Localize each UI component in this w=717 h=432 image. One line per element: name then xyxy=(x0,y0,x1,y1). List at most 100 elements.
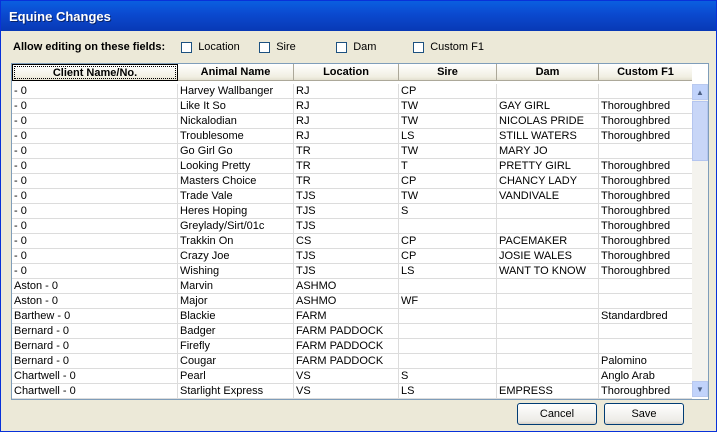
cell-dam: JOSIE WALES xyxy=(497,249,599,263)
cell-client: - 0 xyxy=(12,204,178,218)
cell-dam xyxy=(497,294,599,308)
cell-location: FARM xyxy=(294,309,399,323)
cell-sire: CP xyxy=(399,249,497,263)
cell-location: FARM PADDOCK xyxy=(294,324,399,338)
column-header-custom-f1[interactable]: Custom F1 xyxy=(599,64,692,81)
cell-custom-f1: Thoroughbred xyxy=(601,115,671,127)
cell-animal-name: Looking Pretty xyxy=(178,159,294,173)
table-row[interactable]: - 0 Heres Hoping TJS S Thoroughbred xyxy=(12,204,692,219)
table-row[interactable]: - 0 Masters Choice TR CP CHANCY LADY Thorough… xyxy=(12,174,692,189)
table-row[interactable]: - 0 Trakkin On CS CP PACEMAKER Thoroughbred xyxy=(12,234,692,249)
scroll-up-button[interactable]: ▲ xyxy=(692,84,708,100)
custom-f1-checkbox[interactable]: Custom F1 xyxy=(413,41,484,53)
cell-client: Chartwell - 0 xyxy=(12,384,178,398)
table-row[interactable]: Barthew - 0 Blackie FARM Standardbred xyxy=(12,309,692,324)
cell-sire: TW xyxy=(399,114,497,128)
sire-checkbox-box[interactable] xyxy=(259,41,271,53)
cell-animal-name: Marvin xyxy=(178,279,294,293)
cell-sire: TW xyxy=(399,189,497,203)
cell-animal-name: Go Girl Go xyxy=(178,144,294,158)
table-row[interactable]: Aston - 0 Major ASHMO WF xyxy=(12,294,692,309)
dam-checkbox-box[interactable] xyxy=(336,41,348,53)
save-button[interactable]: Save xyxy=(604,403,684,425)
cell-sire: LS xyxy=(399,129,497,143)
cell-custom-f1 xyxy=(599,279,692,293)
table-row[interactable]: - 0 Wishing TJS LS WANT TO KNOW Thoroughbred xyxy=(12,264,692,279)
cell-custom-f1 xyxy=(599,324,692,338)
column-header-sire[interactable]: Sire xyxy=(399,64,497,81)
cell-dam xyxy=(497,279,599,293)
table-row[interactable]: Bernard - 0 Cougar FARM PADDOCK Palomino xyxy=(12,354,692,369)
scroll-down-button[interactable]: ▼ xyxy=(692,381,708,397)
dam-checkbox-label: Dam xyxy=(353,41,377,53)
table-row[interactable]: Chartwell - 0 Starlight Express VS LS EMPRES… xyxy=(12,384,692,399)
table-row[interactable]: - 0 Looking Pretty TR T PRETTY GIRL Thoroughb… xyxy=(12,159,692,174)
cell-sire: T xyxy=(399,159,497,173)
list-header: Client Name/No. Animal Name Location Sir… xyxy=(12,64,692,81)
table-row[interactable]: - 0 Troublesome RJ LS STILL WATERS Thoroughbr… xyxy=(12,129,692,144)
cell-client: Bernard - 0 xyxy=(12,354,178,368)
cell-dam xyxy=(497,204,599,218)
cell-dam xyxy=(497,324,599,338)
cell-sire xyxy=(399,219,497,233)
column-header-client[interactable]: Client Name/No. xyxy=(12,64,178,81)
title-bar[interactable]: Equine Changes xyxy=(1,1,716,31)
cancel-button[interactable]: Cancel xyxy=(517,403,597,425)
cell-location: VS xyxy=(294,369,399,383)
cell-custom-f1: Thoroughbred xyxy=(601,385,671,397)
dam-checkbox[interactable]: Dam xyxy=(336,41,413,53)
cell-sire: CP xyxy=(399,84,497,98)
table-row[interactable]: - 0 Harvey Wallbanger RJ CP xyxy=(12,84,692,99)
arrow-down-icon: ▼ xyxy=(696,384,704,394)
cell-client: Chartwell - 0 xyxy=(12,369,178,383)
cell-client: Bernard - 0 xyxy=(12,324,178,338)
cell-dam xyxy=(497,219,599,233)
table-row[interactable]: Bernard - 0 Firefly FARM PADDOCK xyxy=(12,339,692,354)
cell-client: Aston - 0 xyxy=(12,294,178,308)
equine-changes-window: Equine Changes Allow editing on these fi… xyxy=(0,0,717,432)
cell-animal-name: Major xyxy=(178,294,294,308)
column-header-animal-name[interactable]: Animal Name xyxy=(178,64,294,81)
table-row[interactable]: - 0 Go Girl Go TR TW MARY JO xyxy=(12,144,692,159)
cell-client: - 0 xyxy=(12,264,178,278)
cell-location: TJS xyxy=(294,204,399,218)
window-title: Equine Changes xyxy=(9,8,111,24)
cell-location: RJ xyxy=(294,114,399,128)
cell-sire: CP xyxy=(399,174,497,188)
cell-dam xyxy=(497,84,599,98)
cell-custom-f1: Thoroughbred xyxy=(601,190,671,202)
cell-location: TJS xyxy=(294,189,399,203)
cell-sire: CP xyxy=(399,234,497,248)
cell-animal-name: Harvey Wallbanger xyxy=(178,84,294,98)
sire-checkbox[interactable]: Sire xyxy=(259,41,336,53)
cell-custom-f1: Thoroughbred xyxy=(601,100,671,112)
table-row[interactable]: - 0 Like It So RJ TW GAY GIRL Thoroughbred xyxy=(12,99,692,114)
location-checkbox-box[interactable] xyxy=(181,41,193,53)
cell-client: Bernard - 0 xyxy=(12,339,178,353)
cell-location: CS xyxy=(294,234,399,248)
column-header-location[interactable]: Location xyxy=(294,64,399,81)
cell-animal-name: Troublesome xyxy=(178,129,294,143)
cell-sire: S xyxy=(399,204,497,218)
scroll-thumb[interactable] xyxy=(692,101,708,161)
table-row[interactable]: Bernard - 0 Badger FARM PADDOCK xyxy=(12,324,692,339)
column-header-dam[interactable]: Dam xyxy=(497,64,599,81)
table-row[interactable]: - 0 Trade Vale TJS TW VANDIVALE Thoroughbred xyxy=(12,189,692,204)
vertical-scrollbar[interactable]: ▲ ▼ xyxy=(692,84,708,397)
cell-animal-name: Crazy Joe xyxy=(178,249,294,263)
cell-custom-f1 xyxy=(599,339,692,353)
table-row[interactable]: - 0 Crazy Joe TJS CP JOSIE WALES Thoroughbred xyxy=(12,249,692,264)
cell-sire: WF xyxy=(399,294,497,308)
location-checkbox[interactable]: Location xyxy=(181,41,259,53)
table-row[interactable]: - 0 Greylady/Sirt/01c TJS Thoroughbred xyxy=(12,219,692,234)
cell-animal-name: Badger xyxy=(178,324,294,338)
table-row[interactable]: Chartwell - 0 Pearl VS S Anglo Arab xyxy=(12,369,692,384)
table-row[interactable]: - 0 Nickalodian RJ TW NICOLAS PRIDE Thoroughb… xyxy=(12,114,692,129)
table-row[interactable]: Aston - 0 Marvin ASHMO xyxy=(12,279,692,294)
cell-sire xyxy=(399,279,497,293)
cell-custom-f1: Thoroughbred xyxy=(601,160,671,172)
cell-custom-f1: Thoroughbred xyxy=(601,250,671,262)
cell-dam: GAY GIRL xyxy=(497,99,599,113)
equine-list[interactable]: Client Name/No. Animal Name Location Sir… xyxy=(11,63,709,400)
custom-f1-checkbox-box[interactable] xyxy=(413,41,425,53)
